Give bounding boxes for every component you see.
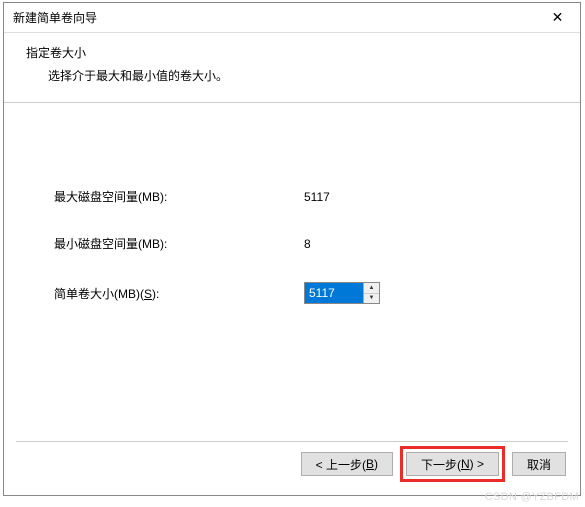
window-title: 新建简单卷向导 [13,9,97,26]
spinner-down-button[interactable]: ▼ [364,294,379,304]
min-disk-value: 8 [304,237,530,251]
volume-size-input-wrap: ▲ ▼ [304,282,380,304]
next-button[interactable]: 下一步(N) > [406,452,499,476]
volume-size-label: 简单卷大小(MB)(S): [54,285,304,302]
header-subtitle: 选择介于最大和最小值的卷大小。 [26,67,570,84]
min-disk-label: 最小磁盘空间量(MB): [54,235,304,252]
volume-size-value: ▲ ▼ [304,282,530,304]
watermark: CSDN @YZBFDM [485,491,579,503]
header-title: 指定卷大小 [26,44,570,61]
spinner-up-button[interactable]: ▲ [364,283,379,294]
content-area: 最大磁盘空间量(MB): 5117 最小磁盘空间量(MB): 8 简单卷大小(M… [4,103,580,304]
max-disk-value: 5117 [304,190,530,204]
button-row: < 上一步(B) 下一步(N) > 取消 [301,446,566,482]
volume-size-input[interactable] [305,283,363,303]
min-disk-row: 最小磁盘空间量(MB): 8 [54,235,530,252]
spinner: ▲ ▼ [363,283,379,303]
volume-size-row: 简单卷大小(MB)(S): ▲ ▼ [54,282,530,304]
close-icon: ✕ [552,9,564,26]
close-button[interactable]: ✕ [535,3,580,32]
footer-divider [16,441,568,442]
wizard-window: 新建简单卷向导 ✕ 指定卷大小 选择介于最大和最小值的卷大小。 最大磁盘空间量(… [3,2,581,496]
back-button[interactable]: < 上一步(B) [301,452,393,476]
max-disk-label: 最大磁盘空间量(MB): [54,188,304,205]
max-disk-row: 最大磁盘空间量(MB): 5117 [54,188,530,205]
titlebar: 新建简单卷向导 ✕ [4,3,580,33]
next-button-highlight: 下一步(N) > [400,446,505,482]
wizard-header: 指定卷大小 选择介于最大和最小值的卷大小。 [4,33,580,103]
cancel-button[interactable]: 取消 [512,452,566,476]
